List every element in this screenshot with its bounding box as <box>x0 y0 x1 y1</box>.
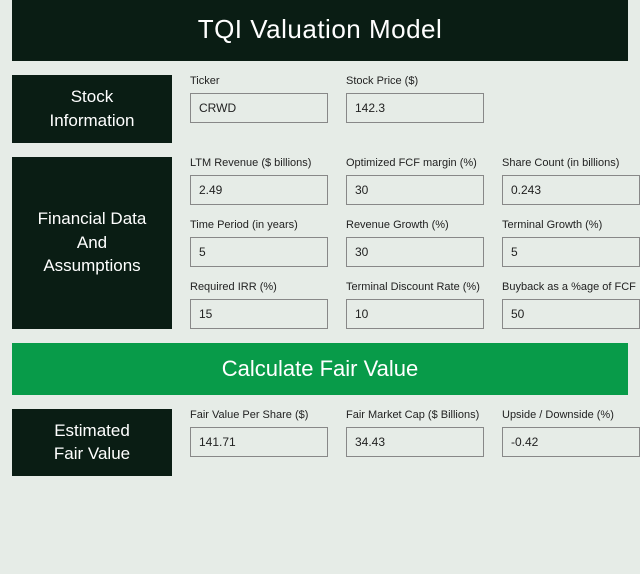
fields-estimated: Fair Value Per Share ($) Fair Market Cap… <box>172 409 640 477</box>
calculate-fair-value-button[interactable]: Calculate Fair Value <box>12 343 628 395</box>
input-fair-value-per-share[interactable] <box>190 427 328 457</box>
field-ticker: Ticker <box>190 75 328 123</box>
label-upside-downside: Upside / Downside (%) <box>502 409 640 421</box>
label-share-count: Share Count (in billions) <box>502 157 640 169</box>
label-stock-price: Stock Price ($) <box>346 75 484 87</box>
field-terminal-growth: Terminal Growth (%) <box>502 219 640 267</box>
section-label-stock: Stock Information <box>12 75 172 143</box>
field-row: LTM Revenue ($ billions) Optimized FCF m… <box>190 157 640 205</box>
input-ticker[interactable] <box>190 93 328 123</box>
field-row: Required IRR (%) Terminal Discount Rate … <box>190 281 640 329</box>
input-upside-downside[interactable] <box>502 427 640 457</box>
input-terminal-discount[interactable] <box>346 299 484 329</box>
label-fair-market-cap: Fair Market Cap ($ Billions) <box>346 409 484 421</box>
valuation-model-page: TQI Valuation Model Stock Information Ti… <box>0 0 640 476</box>
section-financial: Financial Data And Assumptions LTM Reven… <box>12 157 628 329</box>
input-fair-market-cap[interactable] <box>346 427 484 457</box>
section-label-financial: Financial Data And Assumptions <box>12 157 172 329</box>
label-ltm-revenue: LTM Revenue ($ billions) <box>190 157 328 169</box>
field-time-period: Time Period (in years) <box>190 219 328 267</box>
input-buyback-pct[interactable] <box>502 299 640 329</box>
field-stock-price: Stock Price ($) <box>346 75 484 123</box>
field-row: Ticker Stock Price ($) <box>190 75 628 123</box>
input-required-irr[interactable] <box>190 299 328 329</box>
field-row: Fair Value Per Share ($) Fair Market Cap… <box>190 409 640 457</box>
input-fcf-margin[interactable] <box>346 175 484 205</box>
input-revenue-growth[interactable] <box>346 237 484 267</box>
label-fair-value-per-share: Fair Value Per Share ($) <box>190 409 328 421</box>
page-title: TQI Valuation Model <box>12 14 628 45</box>
fields-stock: Ticker Stock Price ($) <box>172 75 628 143</box>
input-stock-price[interactable] <box>346 93 484 123</box>
label-terminal-discount: Terminal Discount Rate (%) <box>346 281 484 293</box>
label-required-irr: Required IRR (%) <box>190 281 328 293</box>
title-bar: TQI Valuation Model <box>12 0 628 61</box>
field-terminal-discount: Terminal Discount Rate (%) <box>346 281 484 329</box>
label-fcf-margin: Optimized FCF margin (%) <box>346 157 484 169</box>
section-label-estimated: Estimated Fair Value <box>12 409 172 477</box>
input-time-period[interactable] <box>190 237 328 267</box>
field-buyback-pct: Buyback as a %age of FCF <box>502 281 640 329</box>
field-fcf-margin: Optimized FCF margin (%) <box>346 157 484 205</box>
field-upside-downside: Upside / Downside (%) <box>502 409 640 457</box>
label-ticker: Ticker <box>190 75 328 87</box>
field-share-count: Share Count (in billions) <box>502 157 640 205</box>
field-revenue-growth: Revenue Growth (%) <box>346 219 484 267</box>
label-time-period: Time Period (in years) <box>190 219 328 231</box>
section-estimated: Estimated Fair Value Fair Value Per Shar… <box>12 409 628 477</box>
label-buyback-pct: Buyback as a %age of FCF <box>502 281 640 293</box>
label-revenue-growth: Revenue Growth (%) <box>346 219 484 231</box>
field-fair-market-cap: Fair Market Cap ($ Billions) <box>346 409 484 457</box>
calc-row: Calculate Fair Value <box>12 343 628 395</box>
input-share-count[interactable] <box>502 175 640 205</box>
input-ltm-revenue[interactable] <box>190 175 328 205</box>
field-required-irr: Required IRR (%) <box>190 281 328 329</box>
field-row: Time Period (in years) Revenue Growth (%… <box>190 219 640 267</box>
section-stock-information: Stock Information Ticker Stock Price ($) <box>12 75 628 143</box>
label-terminal-growth: Terminal Growth (%) <box>502 219 640 231</box>
field-fair-value-per-share: Fair Value Per Share ($) <box>190 409 328 457</box>
fields-financial: LTM Revenue ($ billions) Optimized FCF m… <box>172 157 640 329</box>
input-terminal-growth[interactable] <box>502 237 640 267</box>
field-ltm-revenue: LTM Revenue ($ billions) <box>190 157 328 205</box>
